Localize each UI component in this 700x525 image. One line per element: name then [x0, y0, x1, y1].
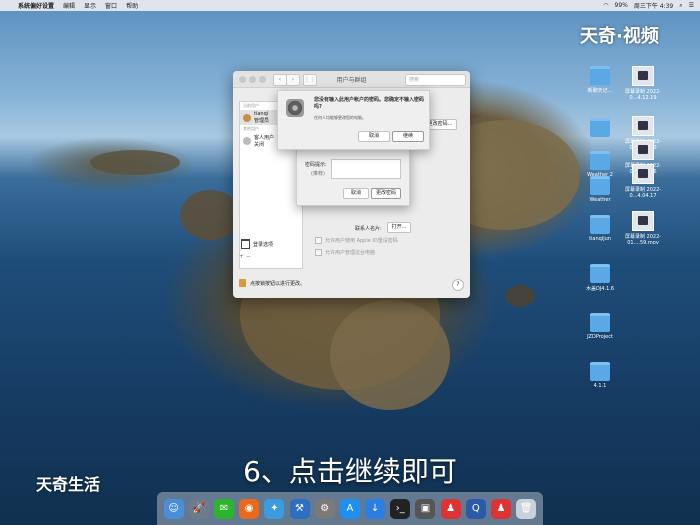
menu-help[interactable]: 帮助 — [126, 1, 138, 10]
video-file-icon — [632, 116, 654, 136]
firefox-icon[interactable]: ◉ — [239, 498, 260, 519]
avatar — [243, 137, 251, 145]
island-rock — [330, 300, 450, 410]
terminal-icon[interactable]: ›_ — [390, 498, 411, 519]
qq-icon[interactable]: ♟ — [440, 498, 461, 519]
contacts-card-label: 联系人名片: — [355, 226, 382, 232]
folder-icon — [590, 118, 610, 137]
video-subtitle: 6、点击继续即可 — [243, 455, 457, 488]
checkbox-admin[interactable]: 允许用户管理这台电脑 — [315, 249, 375, 256]
folder-icon — [590, 313, 610, 332]
desktop-file[interactable]: 屏幕录制 2022-01....59.mov — [621, 211, 665, 246]
battery-percent[interactable]: 99% — [615, 2, 628, 9]
alert-cancel-button[interactable]: 取消 — [358, 131, 390, 142]
user-name: tianqi — [254, 111, 269, 117]
desktop-folder[interactable]: 新聊天记... — [578, 66, 622, 94]
safari-icon[interactable]: ✦ — [264, 498, 285, 519]
change-password-confirm-button[interactable]: 更改密码 — [371, 188, 401, 199]
checkbox-box — [315, 249, 322, 256]
video-file-icon — [632, 66, 654, 86]
folder-icon — [590, 264, 610, 283]
dock: ☺ 🚀 ✉ ◉ ✦ ⚒ ⚙ A ↓ ›_ ▣ ♟ Q ♟ 🗑 — [157, 492, 543, 525]
system-preferences-gear-icon — [286, 99, 304, 117]
video-file-icon — [632, 211, 654, 231]
wifi-icon[interactable]: ◠ — [603, 2, 608, 9]
password-hint-field[interactable] — [331, 159, 401, 179]
clock[interactable]: 周三下午 4:39 — [634, 1, 673, 10]
watermark-bottom: 天奇生活 — [36, 475, 101, 494]
password-sheet: 密码提示: (推荐) 取消 更改密码 — [296, 148, 410, 206]
menu-view[interactable]: 显示 — [84, 1, 96, 10]
house-icon — [241, 239, 250, 249]
island-rock — [505, 285, 535, 307]
control-center-icon[interactable]: ☰ — [689, 2, 694, 9]
avatar — [243, 113, 251, 122]
app-store-icon[interactable]: A — [339, 498, 360, 519]
quicktime-icon[interactable]: Q — [465, 498, 486, 519]
search-field[interactable]: 搜索 — [405, 74, 466, 86]
launchpad-icon[interactable]: 🚀 — [188, 498, 209, 519]
menu-window[interactable]: 窗口 — [105, 1, 117, 10]
open-button[interactable]: 打开... — [387, 222, 411, 233]
lock-text: 点按锁按钮以进行更改。 — [250, 280, 306, 287]
window-titlebar[interactable]: ‹ › ⋮⋮ 用户与群组 搜索 — [233, 71, 470, 88]
island-rock — [180, 190, 240, 240]
user-name: 客人用户 — [254, 135, 275, 141]
folder-icon — [590, 362, 610, 381]
lock-icon[interactable] — [239, 279, 246, 287]
desktop-folder[interactable]: 木盖DJ4.1.6 — [578, 264, 622, 292]
sheet-cancel-button[interactable]: 取消 — [343, 188, 369, 199]
folder-icon — [590, 66, 610, 85]
menu-app-name[interactable]: 系统偏好设置 — [18, 1, 54, 10]
alert-detail: 任何人均能够更改您的电脑。 — [314, 115, 366, 120]
hint-sub-label: (推荐) — [311, 171, 325, 177]
desktop-folder[interactable] — [578, 118, 622, 139]
system-preferences-icon[interactable]: ⚙ — [314, 498, 335, 519]
island-rock — [90, 150, 180, 175]
desktop-folder[interactable]: Weather — [578, 176, 622, 203]
desktop-file[interactable]: 屏幕录制 2022-0...4.04.17 — [621, 164, 665, 199]
add-remove-buttons[interactable]: + − — [239, 253, 251, 260]
user-role: 关闭 — [254, 142, 265, 148]
login-options-item[interactable]: 登录选项 — [239, 238, 303, 250]
xcode-icon[interactable]: ⚒ — [289, 498, 310, 519]
video-file-icon — [632, 140, 654, 160]
status-area: ◠ 99% 周三下午 4:39 ⌕ ☰ — [603, 0, 694, 11]
user-role: 管理员 — [254, 118, 270, 124]
folder-icon — [590, 176, 610, 195]
alert-message: 您没有输入此用户帐户的密码。您确定不输入密码吗? — [314, 97, 425, 110]
downloads-icon[interactable]: ↓ — [365, 498, 386, 519]
continue-button[interactable]: 继续 — [392, 131, 424, 142]
no-password-alert: 您没有输入此用户帐户的密码。您确定不输入密码吗? 任何人均能够更改您的电脑。 取… — [277, 90, 430, 150]
desktop-folder[interactable]: 4.1.1 — [578, 362, 622, 389]
login-options-label: 登录选项 — [253, 241, 274, 248]
help-button[interactable]: ? — [452, 279, 464, 291]
finder-icon[interactable]: ☺ — [163, 498, 184, 519]
desktop-folder[interactable]: tianqijun — [578, 215, 622, 242]
lock-row[interactable]: 点按锁按钮以进行更改。 — [239, 279, 305, 287]
desktop-folder[interactable]: JZDProject — [578, 313, 622, 340]
watermark-top: 天奇·视频 — [580, 26, 659, 47]
checkbox-box — [315, 237, 322, 244]
hint-label: 密码提示: — [305, 162, 327, 168]
preview-icon[interactable]: ▣ — [415, 498, 436, 519]
wechat-icon[interactable]: ✉ — [213, 498, 234, 519]
video-file-icon — [632, 164, 654, 184]
checkbox-apple-id[interactable]: 允许用户使用 Apple ID重设密码 — [315, 237, 398, 244]
qq-icon[interactable]: ♟ — [491, 498, 512, 519]
menu-edit[interactable]: 编辑 — [63, 1, 75, 10]
desktop-file[interactable]: 屏幕录制 2022-0...4.12.19 — [621, 66, 665, 101]
search-icon[interactable]: ⌕ — [679, 2, 682, 10]
folder-icon — [590, 151, 610, 170]
folder-icon — [590, 215, 610, 234]
search-placeholder: 搜索 — [409, 77, 420, 83]
trash-icon[interactable]: 🗑 — [516, 498, 537, 519]
menu-bar: 系统偏好设置 编辑 显示 窗口 帮助 ◠ 99% 周三下午 4:39 ⌕ ☰ — [0, 0, 700, 11]
desktop-folder[interactable]: Weather 2 — [578, 151, 622, 178]
